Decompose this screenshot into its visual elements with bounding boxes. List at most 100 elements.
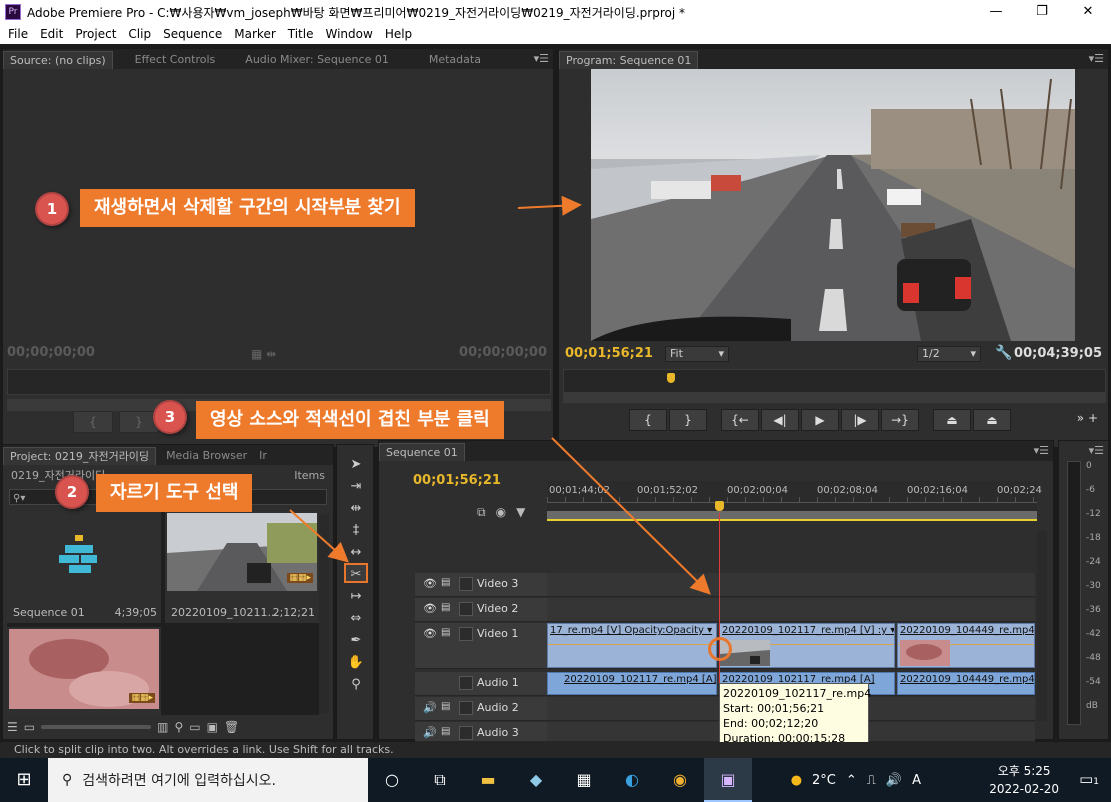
eye-icon[interactable]: 👁 (423, 577, 437, 591)
tab-sequence[interactable]: Sequence 01 (379, 443, 465, 461)
track-lane[interactable]: 17_re.mp4 [V] Opacity:Opacity ▾ 20220109… (547, 623, 1035, 669)
lift-button[interactable]: ⏏ (933, 409, 971, 431)
lock-toggle[interactable] (459, 676, 473, 690)
source-in-timecode[interactable]: 00;00;00;00 (7, 345, 95, 360)
timeline-vertical-scrollbar[interactable] (1037, 531, 1047, 721)
panel-menu-icon[interactable]: ▾☰ (1089, 444, 1104, 457)
mark-out-button[interactable]: } (669, 409, 707, 431)
close-button[interactable]: ✕ (1065, 0, 1111, 24)
step-forward-button[interactable]: |▶ (841, 409, 879, 431)
pen-tool[interactable]: ✒ (344, 631, 368, 651)
mark-in-button[interactable]: { (629, 409, 667, 431)
new-bin-icon[interactable]: ▭ (189, 720, 200, 734)
speaker-icon[interactable]: 🔊 (423, 701, 437, 715)
mark-in-button[interactable]: { (73, 411, 113, 433)
tab-audio-mixer[interactable]: Audio Mixer: Sequence 01 (239, 51, 395, 69)
chevron-up-icon[interactable]: ⌃ (846, 773, 857, 788)
snap-icon[interactable]: ⧉ (477, 505, 486, 520)
ime-indicator[interactable]: A (912, 773, 921, 788)
audio-clip[interactable]: 20220109_102117_re.mp4 [A] (547, 672, 717, 695)
menu-window[interactable]: Window (319, 27, 378, 41)
audio-clip[interactable]: 20220109_104449_re.mp4 [A] (897, 672, 1035, 695)
menu-title[interactable]: Title (282, 27, 320, 41)
find-icon[interactable]: ⚲ (174, 720, 183, 734)
menu-help[interactable]: Help (379, 27, 418, 41)
lock-toggle[interactable] (459, 701, 473, 715)
timeline-playhead-marker[interactable] (715, 501, 724, 511)
bin-item-clip[interactable]: ▦▦▸ (7, 627, 161, 715)
playback-resolution-dropdown[interactable]: 1/2 ▾ (917, 346, 981, 362)
windows-start-button[interactable]: ⊞ (0, 758, 48, 802)
menu-sequence[interactable]: Sequence (157, 27, 228, 41)
tab-effect-controls[interactable]: Effect Controls (129, 51, 222, 69)
sync-lock-icon[interactable] (441, 676, 455, 690)
eye-icon[interactable]: 👁 (423, 627, 437, 641)
zoom-tool[interactable]: ⚲ (344, 675, 368, 695)
tab-metadata[interactable]: Metadata (423, 51, 487, 69)
sync-lock-icon[interactable]: ▤ (441, 577, 455, 591)
sync-lock-icon[interactable]: ▤ (441, 726, 455, 740)
sync-lock-icon[interactable]: ▤ (441, 602, 455, 616)
speaker-icon[interactable] (423, 676, 437, 690)
maximize-button[interactable]: ❐ (1019, 0, 1065, 24)
extract-button[interactable]: ⏏ (973, 409, 1011, 431)
menu-clip[interactable]: Clip (122, 27, 157, 41)
source-scrub-bar[interactable] (7, 369, 551, 395)
slip-tool[interactable]: ↦ (344, 587, 368, 607)
tab-media-browser[interactable]: Media Browser (160, 447, 253, 465)
wrench-icon[interactable]: 🔧 (995, 345, 1012, 361)
task-view-icon[interactable]: ○ (368, 758, 416, 802)
fit-dropdown[interactable]: Fit ▾ (665, 346, 729, 362)
track-select-tool[interactable]: ⇥ (344, 477, 368, 497)
tab-project[interactable]: Project: 0219_자전거라이딩 (3, 447, 157, 465)
edge-icon[interactable]: ◐ (608, 758, 656, 802)
rolling-edit-tool[interactable]: ‡ (344, 521, 368, 541)
rate-stretch-tool[interactable]: ↔ (344, 543, 368, 563)
selection-tool[interactable]: ➤ (344, 455, 368, 475)
weather-icon[interactable]: ● (791, 773, 802, 788)
weather-temp[interactable]: 2°C (812, 773, 836, 788)
menu-project[interactable]: Project (69, 27, 122, 41)
taskbar-app-icon[interactable]: ⧉ (416, 758, 464, 802)
minimize-button[interactable]: — (973, 0, 1019, 24)
panel-menu-icon[interactable]: ▾☰ (534, 52, 549, 65)
file-explorer-icon[interactable]: ▬ (464, 758, 512, 802)
lock-toggle[interactable] (459, 627, 473, 641)
menu-marker[interactable]: Marker (228, 27, 281, 41)
eye-icon[interactable]: 👁 (423, 602, 437, 616)
network-icon[interactable]: ⎍ (867, 773, 876, 788)
lock-toggle[interactable] (459, 726, 473, 740)
play-button[interactable]: ▶ (801, 409, 839, 431)
sync-lock-icon[interactable]: ▤ (441, 701, 455, 715)
premiere-taskbar-icon[interactable]: ▣ (704, 758, 752, 802)
step-back-button[interactable]: ◀| (761, 409, 799, 431)
new-item-icon[interactable]: ▣ (207, 720, 218, 734)
track-lane[interactable] (547, 598, 1035, 622)
go-to-in-button[interactable]: {← (721, 409, 759, 431)
notepad-icon[interactable]: ◆ (512, 758, 560, 802)
taskbar-clock[interactable]: 오후 5:25 2022-02-20 (989, 762, 1059, 798)
video-clip[interactable]: 20220109_104449_re.mp4 [ (897, 623, 1035, 668)
slide-tool[interactable]: ⇔ (344, 609, 368, 629)
menu-file[interactable]: File (2, 27, 34, 41)
menu-edit[interactable]: Edit (34, 27, 69, 41)
taskbar-search-box[interactable]: ⚲ 검색하려면 여기에 입력하십시오. (48, 758, 368, 802)
video-clip[interactable]: 20220109_102117_re.mp4 [V] :y ▾ (719, 623, 895, 668)
panel-menu-icon[interactable]: ▾☰ (1089, 52, 1104, 65)
ripple-edit-tool[interactable]: ⇹ (344, 499, 368, 519)
icon-view-icon[interactable]: ▭ (24, 720, 35, 734)
automate-icon[interactable]: ▥ (157, 720, 168, 734)
project-scrollbar[interactable] (319, 515, 329, 713)
source-out-timecode[interactable]: 00;00;00;00 (459, 345, 547, 360)
volume-icon[interactable]: 🔊 (886, 773, 902, 788)
marker-icon[interactable]: ◉ (496, 505, 506, 520)
list-view-icon[interactable]: ☰ (7, 720, 18, 734)
zoom-slider[interactable] (41, 725, 152, 729)
panel-menu-icon[interactable]: ▾☰ (1034, 444, 1049, 457)
lock-toggle[interactable] (459, 602, 473, 616)
razor-tool[interactable]: ✂ (344, 563, 368, 583)
bin-item-sequence[interactable]: Sequence 01 4;39;05 (7, 511, 161, 623)
add-marker-icon[interactable]: ▼ (516, 505, 525, 520)
sync-lock-icon[interactable]: ▤ (441, 627, 455, 641)
speaker-icon[interactable]: 🔊 (423, 726, 437, 740)
